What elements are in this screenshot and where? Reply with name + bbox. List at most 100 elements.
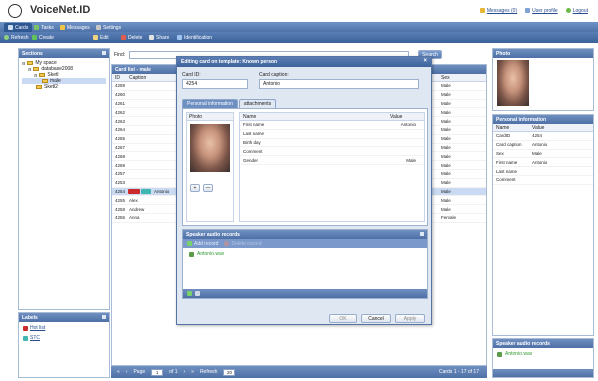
stc-tag-icon — [141, 188, 151, 194]
close-icon[interactable]: × — [423, 58, 427, 64]
card-id-label: Card ID: — [182, 72, 201, 78]
cell-id: 4256 — [115, 215, 126, 221]
card-list-title: Card list - male — [115, 67, 151, 73]
field-row[interactable]: Birth day — [240, 139, 424, 148]
messages-icon — [60, 25, 65, 30]
next-page-icon[interactable]: › — [183, 369, 185, 375]
cancel-button[interactable]: Cancel — [361, 314, 391, 323]
last-page-icon[interactable]: » — [191, 369, 194, 375]
card-id-field[interactable]: 4254 — [182, 79, 248, 89]
user-profile-link[interactable]: User profile — [525, 8, 558, 14]
label-item-stc[interactable]: STC — [23, 335, 105, 341]
dialog-audio-title: Speaker audio records — [186, 232, 240, 238]
collapse-icon[interactable] — [102, 51, 106, 55]
cell-id: 4261 — [115, 100, 126, 106]
right-audio-item[interactable]: Antonio.wav — [493, 348, 593, 360]
prev-page-icon[interactable]: ‹ — [126, 369, 128, 375]
tree-item[interactable]: Sketl2 — [22, 84, 106, 90]
create-button[interactable]: Create — [32, 34, 54, 41]
field-row[interactable]: First name Antonio — [240, 121, 424, 130]
share-icon — [149, 35, 154, 40]
personal-info-panel: Personal information Name Value CardID 42… — [492, 114, 594, 336]
card-caption-label: Card caption: — [259, 72, 289, 78]
field-row[interactable]: Comment — [240, 147, 424, 157]
cell-sex: Male — [438, 100, 486, 109]
field-row[interactable]: Gender Male — [240, 156, 424, 165]
field-name: Birth day — [243, 139, 261, 145]
share-button[interactable]: Share — [149, 34, 169, 41]
cell-id: 4263 — [115, 118, 126, 124]
cell-sex: Male — [438, 196, 486, 206]
cell-sex: Male — [438, 161, 486, 170]
tab-personal-information[interactable]: Personal information — [182, 99, 238, 108]
info-name: Sex — [496, 150, 504, 156]
teal-tag-icon — [23, 335, 28, 341]
sections-panel: Sections ⊟ My space ⊟ database2008 ⊟ Sketl … — [18, 48, 110, 310]
cell-id: 4257 — [115, 171, 126, 177]
refresh-label[interactable]: Refresh — [200, 369, 218, 375]
user-icon — [525, 8, 531, 14]
field-value[interactable]: Antonio — [370, 122, 420, 127]
add-record-button[interactable]: Add record — [187, 241, 218, 247]
per-page-select[interactable]: 20 — [223, 368, 236, 376]
app-header: VoiceNet.ID Messages (0) User profile Lo… — [0, 0, 598, 22]
dialog-person-photo — [190, 124, 230, 172]
dialog-audio-item[interactable]: Antonio.wav — [183, 248, 427, 260]
field-name: Comment — [243, 148, 263, 154]
delete-button[interactable]: Delete — [121, 34, 142, 41]
col-id[interactable]: ID — [112, 75, 126, 81]
logout-link[interactable]: Logout — [565, 8, 588, 14]
remove-photo-button[interactable]: — — [203, 184, 213, 192]
refresh-icon — [4, 35, 9, 40]
collapse-icon[interactable] — [420, 232, 424, 236]
power-icon — [565, 8, 571, 14]
info-name: Last name — [496, 168, 518, 174]
cell-caption: Alex — [129, 197, 138, 203]
right-audio-title: Speaker audio records — [496, 341, 550, 347]
photo-label: Photo — [187, 113, 233, 121]
cell-sex: Male — [438, 117, 486, 126]
tab-messages[interactable]: Messages — [56, 23, 94, 32]
right-audio-toolbar — [493, 369, 593, 377]
page-input[interactable]: 1 — [151, 368, 164, 376]
logo-icon — [8, 4, 22, 18]
cell-sex: Male — [438, 205, 486, 214]
cards-icon — [8, 25, 13, 30]
col-caption[interactable]: Caption — [126, 75, 166, 81]
cell-id: 4260 — [115, 92, 126, 98]
info-value: Antonio — [532, 159, 548, 165]
apply-button[interactable]: Apply — [395, 314, 425, 323]
personal-info-tab-body: Photo + — Name Value First name Antonio La… — [182, 108, 428, 226]
add-photo-button[interactable]: + — [190, 184, 200, 192]
cell-sex: Male — [438, 91, 486, 100]
identification-button[interactable]: Identification — [177, 34, 212, 41]
delete-icon — [121, 35, 126, 40]
collapse-icon[interactable] — [102, 315, 106, 319]
play-icon[interactable] — [187, 291, 192, 296]
cell-id: 4259 — [115, 83, 126, 89]
tab-tasks[interactable]: Tasks — [30, 23, 58, 32]
label-item-hot-list[interactable]: Hot list — [23, 325, 105, 331]
create-icon — [32, 35, 37, 40]
tab-cards[interactable]: Cards — [4, 23, 33, 32]
edit-button[interactable]: Edit — [93, 34, 109, 41]
envelope-icon — [479, 8, 485, 14]
audio-file-icon — [189, 251, 194, 257]
tab-attachments[interactable]: attachments — [238, 99, 277, 108]
field-row[interactable]: Last name — [240, 130, 424, 139]
field-value[interactable]: Male — [370, 158, 420, 163]
first-page-icon[interactable]: « — [117, 369, 120, 375]
tab-settings[interactable]: Settings — [92, 23, 125, 32]
stop-icon[interactable] — [195, 291, 200, 296]
col-sex[interactable]: Sex — [438, 74, 486, 82]
delete-record-button[interactable]: Delete record — [224, 241, 261, 247]
cell-sex: Male — [438, 179, 486, 188]
refresh-button[interactable]: Refresh — [4, 34, 29, 41]
cell-sex: Male — [438, 126, 486, 135]
messages-link[interactable]: Messages (0) — [479, 8, 517, 14]
field-name: First name — [243, 122, 265, 128]
card-caption-field[interactable]: Antonio — [259, 79, 419, 89]
dialog-audio-panel: Speaker audio records Add record Delete … — [182, 229, 428, 299]
ok-button[interactable]: OK — [329, 314, 357, 323]
main-tabs: Cards Tasks Messages Settings — [0, 22, 598, 32]
